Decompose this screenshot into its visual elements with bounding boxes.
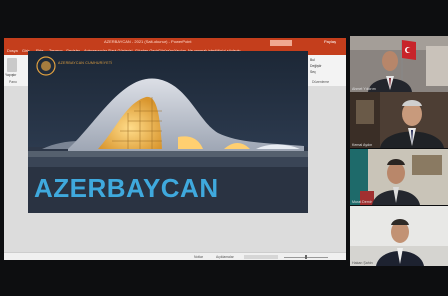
slide-heading: AZERBAYCAN <box>34 173 219 203</box>
participant-name: Hakan Şahin <box>352 261 373 265</box>
participant-name: Kemal Aydın <box>352 143 373 147</box>
participant-tile[interactable]: Murat Demir <box>350 149 448 205</box>
window-title: AZERBAYCAN - 2021 (Salt-okunur) - PowerP… <box>104 39 192 44</box>
slide-image: AZERBAYCAN CUMHURİYETİ AZERBAYCAN <box>28 51 308 213</box>
editing-group-label: Düzenleme <box>312 80 330 84</box>
tab-file[interactable]: Dosya <box>7 49 18 53</box>
participant-video <box>350 149 448 205</box>
select-button[interactable]: Seç <box>310 70 316 74</box>
participant-tile[interactable]: Kemal Aydın <box>350 92 448 148</box>
participant-video <box>350 92 448 148</box>
participant-tile[interactable]: Hakan Şahin <box>350 206 448 266</box>
participant-name: Ahmet Yıldırım <box>352 87 376 91</box>
participant-name: Murat Demir <box>352 200 372 204</box>
zoom-slider-thumb[interactable] <box>305 255 307 259</box>
participant-tile[interactable]: Ahmet Yıldırım <box>350 36 448 92</box>
participant-video <box>350 206 448 266</box>
sign-in-button[interactable] <box>270 39 292 46</box>
comments-button[interactable]: Açıklamalar <box>216 255 234 259</box>
find-button[interactable]: Bul <box>310 58 315 62</box>
participant-video <box>350 36 448 92</box>
slide-logo-text: AZERBAYCAN CUMHURİYETİ <box>58 61 113 65</box>
notes-button[interactable]: Notlar <box>194 255 203 259</box>
title-bar: AZERBAYCAN - 2021 (Salt-okunur) - PowerP… <box>4 38 346 47</box>
share-button[interactable]: Paylaş <box>324 39 336 44</box>
view-buttons[interactable] <box>244 255 278 259</box>
replace-button[interactable]: Değiştir <box>310 64 322 68</box>
status-bar: Notlar Açıklamalar <box>4 252 346 260</box>
paste-label: Yapıştır <box>5 73 17 77</box>
clipboard-group-label: Pano <box>9 80 17 84</box>
paste-icon[interactable] <box>7 58 17 72</box>
